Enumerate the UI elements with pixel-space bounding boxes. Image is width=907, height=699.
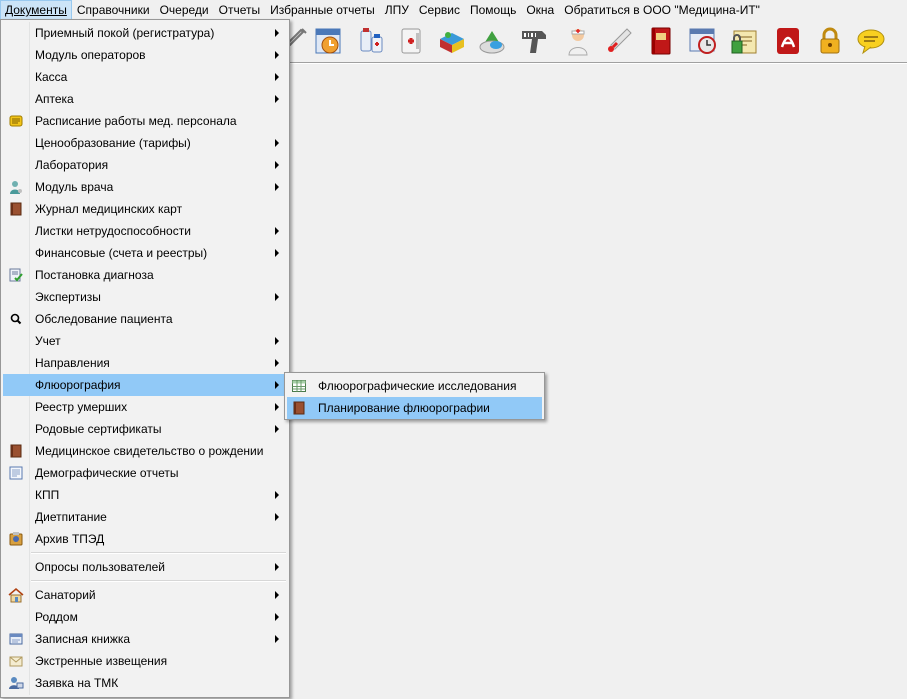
- submenu-arrow-icon: [275, 491, 279, 499]
- submenu-item-fluorography-planning[interactable]: Планирование флюорографии: [287, 397, 542, 419]
- menu-item-laboratory[interactable]: Лаборатория: [3, 154, 287, 176]
- menu-item-diagnosis[interactable]: Постановка диагноза: [3, 264, 287, 286]
- menubar-documents[interactable]: Документы: [0, 0, 72, 20]
- doctor-icon: [8, 179, 24, 195]
- menubar-windows[interactable]: Окна: [521, 0, 559, 20]
- magnifier-icon: [8, 311, 24, 327]
- submenu-arrow-icon: [275, 249, 279, 257]
- submenu-arrow-icon: [275, 183, 279, 191]
- first-aid-icon[interactable]: [393, 23, 429, 59]
- menu-item-birth-certificates[interactable]: Родовые сертификаты: [3, 418, 287, 440]
- telemedicine-icon: [8, 675, 24, 691]
- submenu-arrow-icon: [275, 337, 279, 345]
- menu-item-maternity[interactable]: Роддом: [3, 606, 287, 628]
- certificate-book-icon: [8, 443, 24, 459]
- submenu-arrow-icon: [275, 591, 279, 599]
- thermometer-icon[interactable]: [601, 23, 637, 59]
- submenu-arrow-icon: [275, 381, 279, 389]
- menu-item-referrals[interactable]: Направления: [3, 352, 287, 374]
- menu-bar: Документы Справочники Очереди Отчеты Изб…: [0, 0, 907, 20]
- submenu-arrow-icon: [275, 51, 279, 59]
- submenu-arrow-icon: [275, 161, 279, 169]
- menu-item-pricing[interactable]: Ценообразование (тарифы): [3, 132, 287, 154]
- menu-item-reception[interactable]: Приемный покой (регистратура): [3, 22, 287, 44]
- menubar-contact[interactable]: Обратиться в ООО "Медицина-ИТ": [559, 0, 765, 20]
- menu-item-fluorography[interactable]: Флюорография: [3, 374, 287, 396]
- submenu-arrow-icon: [275, 95, 279, 103]
- envelope-icon: [8, 653, 24, 669]
- documents-menu: Приемный покой (регистратура) Модуль опе…: [0, 19, 290, 698]
- menu-item-accounting[interactable]: Учет: [3, 330, 287, 352]
- menubar-lpu[interactable]: ЛПУ: [380, 0, 414, 20]
- submenu-arrow-icon: [275, 359, 279, 367]
- padlock-icon[interactable]: [812, 23, 848, 59]
- menubar-help[interactable]: Помощь: [465, 0, 521, 20]
- menu-separator: [31, 552, 286, 554]
- menu-item-tmk-request[interactable]: Заявка на ТМК: [3, 672, 287, 694]
- submenu-item-fluorography-studies[interactable]: Флюорографические исследования: [287, 375, 542, 397]
- pills-box-icon[interactable]: [434, 23, 470, 59]
- menu-item-sick-leave[interactable]: Листки нетрудоспособности: [3, 220, 287, 242]
- menu-item-medical-birth-certificate[interactable]: Медицинское свидетельство о рождении: [3, 440, 287, 462]
- menubar-reports[interactable]: Отчеты: [214, 0, 265, 20]
- submenu-arrow-icon: [275, 73, 279, 81]
- submenu-arrow-icon: [275, 613, 279, 621]
- menu-item-deceased-registry[interactable]: Реестр умерших: [3, 396, 287, 418]
- submenu-arrow-icon: [275, 635, 279, 643]
- submenu-arrow-icon: [275, 293, 279, 301]
- medicine-bottles-icon[interactable]: [353, 23, 389, 59]
- journal-icon: [8, 201, 24, 217]
- diagnosis-icon: [8, 267, 24, 283]
- capsules-icon[interactable]: [474, 23, 510, 59]
- red-book-icon[interactable]: [643, 23, 679, 59]
- menu-item-cashier[interactable]: Касса: [3, 66, 287, 88]
- menu-item-kpp[interactable]: КПП: [3, 484, 287, 506]
- menu-item-doctor-module[interactable]: Модуль врача: [3, 176, 287, 198]
- submenu-arrow-icon: [275, 227, 279, 235]
- chat-bubble-icon[interactable]: [853, 23, 889, 59]
- house-icon: [8, 587, 24, 603]
- schedule-icon: [8, 113, 24, 129]
- report-icon: [8, 465, 24, 481]
- menu-item-pharmacy[interactable]: Аптека: [3, 88, 287, 110]
- menu-item-diet[interactable]: Диетпитание: [3, 506, 287, 528]
- menu-item-emergency-notices[interactable]: Экстренные извещения: [3, 650, 287, 672]
- table-grid-icon: [291, 378, 307, 394]
- menubar-references[interactable]: Справочники: [72, 0, 155, 20]
- acrobat-icon[interactable]: [770, 23, 806, 59]
- clock-card-icon[interactable]: [685, 23, 721, 59]
- menu-item-demographic-reports[interactable]: Демографические отчеты: [3, 462, 287, 484]
- menu-item-staff-schedule[interactable]: Расписание работы мед. персонала: [3, 110, 287, 132]
- menubar-favorite-reports[interactable]: Избранные отчеты: [265, 0, 380, 20]
- menubar-queues[interactable]: Очереди: [155, 0, 214, 20]
- menu-item-notebook[interactable]: Записная книжка: [3, 628, 287, 650]
- menu-item-user-surveys[interactable]: Опросы пользователей: [3, 556, 287, 578]
- menubar-service[interactable]: Сервис: [414, 0, 465, 20]
- barcode-scanner-icon[interactable]: [516, 23, 552, 59]
- nurse-icon[interactable]: [560, 23, 596, 59]
- submenu-arrow-icon: [275, 513, 279, 521]
- planning-book-icon: [291, 400, 307, 416]
- menu-item-tped-archive[interactable]: Архив ТПЭД: [3, 528, 287, 550]
- submenu-arrow-icon: [275, 403, 279, 411]
- calendar-clock-icon[interactable]: [311, 23, 347, 59]
- submenu-arrow-icon: [275, 425, 279, 433]
- submenu-arrow-icon: [275, 29, 279, 37]
- menu-item-expertise[interactable]: Экспертизы: [3, 286, 287, 308]
- menu-item-financial[interactable]: Финансовые (счета и реестры): [3, 242, 287, 264]
- submenu-arrow-icon: [275, 563, 279, 571]
- menu-item-sanatorium[interactable]: Санаторий: [3, 584, 287, 606]
- security-document-icon[interactable]: [727, 23, 763, 59]
- fluorography-submenu: Флюорографические исследования Планирова…: [284, 372, 545, 420]
- archive-icon: [8, 531, 24, 547]
- menu-separator: [31, 580, 286, 582]
- menu-item-operators[interactable]: Модуль операторов: [3, 44, 287, 66]
- submenu-arrow-icon: [275, 139, 279, 147]
- menu-item-patient-examination[interactable]: Обследование пациента: [3, 308, 287, 330]
- notebook-icon: [8, 631, 24, 647]
- menu-item-medical-cards-journal[interactable]: Журнал медицинских карт: [3, 198, 287, 220]
